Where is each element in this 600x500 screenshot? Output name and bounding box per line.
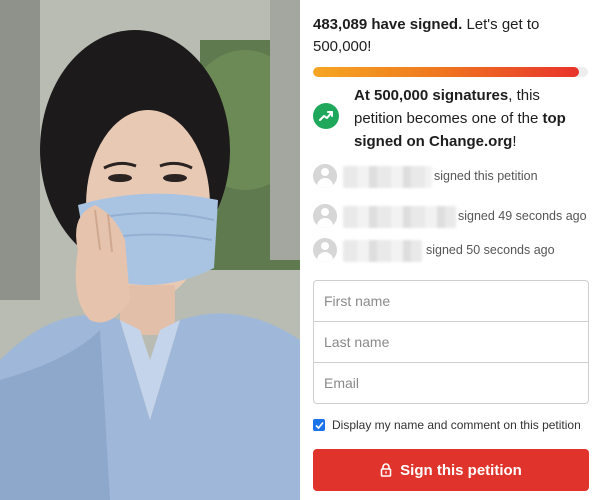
avatar [313, 164, 337, 188]
avatar [313, 238, 337, 262]
blurred-signer-name [343, 166, 432, 188]
recent-signer: signed 49 seconds ago [313, 204, 593, 228]
sign-petition-button[interactable]: Sign this petition [313, 449, 589, 491]
checkmark-icon [314, 421, 324, 429]
signer-status: signed 49 seconds ago [458, 209, 587, 223]
blurred-signer-name [343, 206, 456, 228]
signature-count: 483,089 have signed. [313, 16, 463, 33]
recent-signer: signed this petition [313, 164, 593, 188]
milestone-end: ! [512, 133, 517, 150]
trending-up-icon [313, 103, 339, 129]
signature-progress-bar [313, 67, 588, 77]
lock-icon [380, 463, 392, 477]
petition-sign-panel: 483,089 have signed. Let's get to 500,00… [300, 0, 600, 500]
avatar [313, 204, 337, 228]
signature-counter: 483,089 have signed. Let's get to 500,00… [313, 14, 593, 58]
milestone-signatures: At 500,000 signatures [354, 87, 509, 104]
recent-signer: signed 50 seconds ago [313, 238, 593, 262]
display-name-option[interactable]: Display my name and comment on this peti… [313, 418, 593, 434]
display-name-checkbox[interactable] [313, 419, 325, 431]
signer-status: signed this petition [434, 169, 538, 183]
sign-petition-label: Sign this petition [400, 461, 522, 479]
first-name-field[interactable] [313, 280, 589, 322]
milestone-message: At 500,000 signatures, this petition bec… [354, 84, 590, 153]
display-name-label: Display my name and comment on this peti… [332, 418, 581, 432]
last-name-field[interactable] [313, 321, 589, 363]
woman-wearing-face-mask-photo [0, 0, 300, 500]
blurred-signer-name [343, 240, 422, 262]
signature-progress-fill [313, 67, 579, 77]
signer-status: signed 50 seconds ago [426, 243, 555, 257]
petition-photo [0, 0, 300, 500]
email-field[interactable] [313, 362, 589, 404]
